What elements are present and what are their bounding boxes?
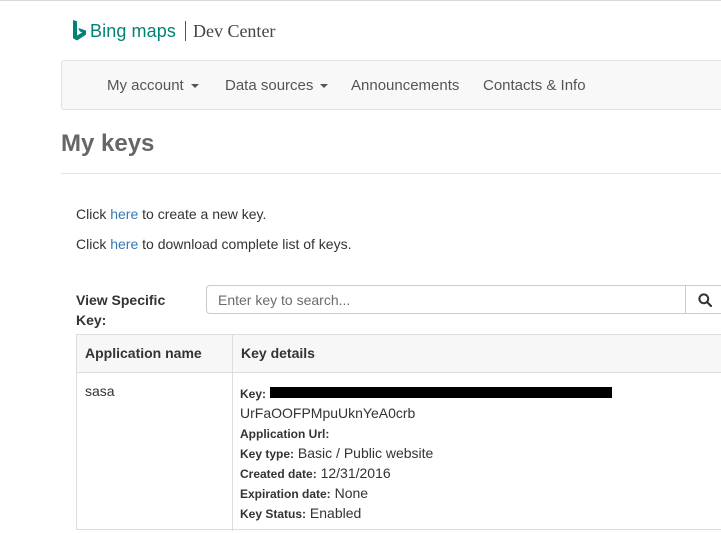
bing-b-icon — [73, 20, 86, 41]
caret-down-icon — [320, 84, 329, 89]
page-title: My keys — [61, 130, 155, 157]
view-specific-key-label: View Specific Key: — [76, 292, 166, 328]
key-status-label: Key Status: — [240, 507, 307, 521]
download-keys-link[interactable]: here — [110, 236, 138, 252]
key-type-label: Key type: — [240, 447, 295, 461]
download-keys-prefix: Click — [76, 236, 111, 252]
key-value-tail: UrFaOOFPMpuUknYeA0crb — [240, 405, 416, 421]
dev-center-label: Dev Center — [192, 20, 276, 41]
nav-data-sources[interactable]: Data sources — [225, 61, 329, 111]
expiration-date-label: Expiration date: — [240, 487, 331, 501]
nav-data-sources-label: Data sources — [225, 77, 314, 94]
table-header: Application name Key details — [77, 335, 721, 373]
expiration-date-row: Expiration date: None — [240, 483, 720, 503]
application-name-cell: sasa — [85, 383, 115, 399]
created-date-row: Created date: 12/31/2016 — [240, 463, 720, 483]
application-url-label: Application Url: — [240, 427, 330, 441]
redacted-key-bar — [270, 387, 612, 398]
download-keys-line: Click here to download complete list of … — [76, 236, 352, 252]
nav-announcements[interactable]: Announcements — [351, 61, 459, 111]
key-search-input[interactable] — [206, 285, 685, 314]
download-keys-suffix: to download complete list of keys. — [138, 236, 352, 252]
keys-table: Application name Key details sasa Key: U… — [76, 334, 721, 531]
nav-announcements-label: Announcements — [351, 77, 460, 94]
brand-name: Bing maps — [90, 20, 176, 41]
bing-maps-logo[interactable]: Bing maps Dev Center — [72, 18, 275, 44]
nav-my-account[interactable]: My account — [107, 61, 199, 111]
top-border — [0, 0, 721, 1]
header-application-name: Application name — [77, 335, 233, 372]
application-url-row: Application Url: — [240, 423, 720, 443]
key-tail-row: UrFaOOFPMpuUknYeA0crb — [240, 403, 720, 423]
key-status-row: Key Status: Enabled — [240, 503, 720, 523]
create-key-prefix: Click — [76, 206, 111, 222]
key-status-value: Enabled — [309, 505, 362, 521]
create-key-suffix: to create a new key. — [138, 206, 267, 222]
expiration-date-value: None — [334, 485, 369, 501]
created-date-label: Created date: — [240, 467, 317, 481]
key-type-value: Basic / Public website — [297, 445, 434, 461]
caret-down-icon — [190, 84, 199, 89]
main-navbar: My account Data sources Announcements Co… — [61, 60, 721, 110]
search-icon — [698, 292, 712, 307]
nav-contacts-info[interactable]: Contacts & Info — [483, 61, 586, 111]
logo-separator — [184, 21, 186, 41]
create-key-link[interactable]: here — [110, 206, 138, 222]
search-button[interactable] — [685, 285, 721, 314]
nav-contacts-info-label: Contacts & Info — [483, 77, 586, 94]
key-type-row: Key type: Basic / Public website — [240, 443, 720, 463]
created-date-value: 12/31/2016 — [320, 465, 391, 481]
header-key-details: Key details — [241, 345, 315, 361]
key-details-cell: Key: UrFaOOFPMpuUknYeA0crb Application U… — [240, 383, 720, 523]
column-divider — [232, 373, 233, 531]
nav-my-account-label: My account — [107, 77, 184, 94]
key-label: Key: — [240, 387, 267, 401]
key-row: Key: — [240, 383, 720, 403]
title-divider — [61, 173, 721, 174]
create-key-line: Click here to create a new key. — [76, 206, 266, 222]
